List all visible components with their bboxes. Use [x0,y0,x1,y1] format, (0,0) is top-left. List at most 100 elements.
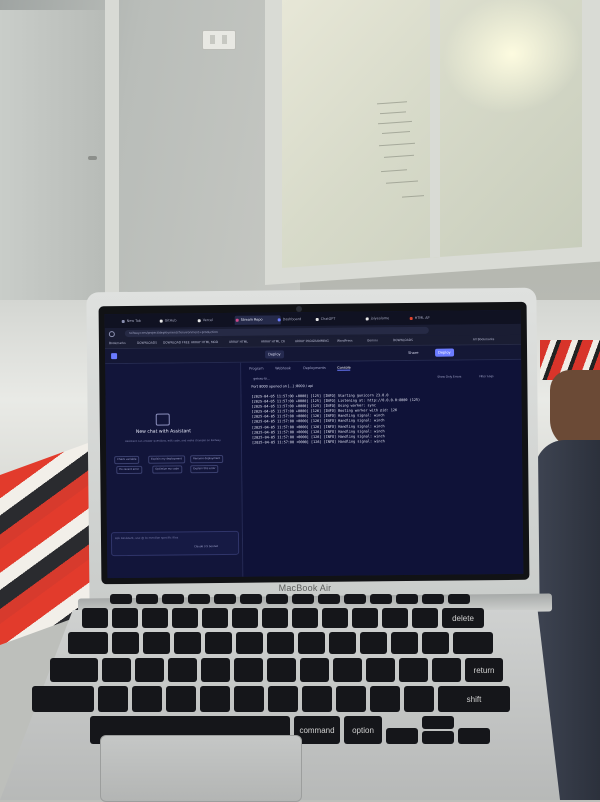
key[interactable] [370,686,400,712]
key[interactable] [166,686,196,712]
key[interactable] [412,608,438,628]
key[interactable] [162,594,184,604]
key[interactable] [399,658,428,682]
suggestion-chip[interactable]: Check variable [114,455,140,465]
suggestion-chip[interactable]: Rename deployment [190,454,224,464]
key[interactable] [366,658,395,682]
assistant-input[interactable]: Ask Assistant, use @ to mention specific… [115,535,178,540]
shift-key[interactable]: shift [438,686,510,712]
browser-tab[interactable]: jaiyeolame [365,314,411,323]
key[interactable] [318,594,340,604]
key[interactable] [202,608,228,628]
delete-key[interactable]: delete [442,608,484,628]
bookmark-item[interactable]: ARRAY PROGRAMMING [295,338,329,345]
key[interactable] [396,594,418,604]
key[interactable] [422,632,449,654]
key[interactable] [292,608,318,628]
key[interactable] [298,632,325,654]
key[interactable] [344,594,366,604]
key[interactable] [267,632,294,654]
key[interactable] [200,686,230,712]
key[interactable] [98,686,128,712]
key[interactable] [201,658,230,682]
key[interactable] [302,686,332,712]
key[interactable] [68,632,108,654]
key[interactable] [360,632,387,654]
key[interactable] [391,632,418,654]
service-selector[interactable]: Deploy [265,350,284,359]
return-key[interactable]: return [465,658,503,682]
key[interactable] [172,608,198,628]
key[interactable] [205,632,232,654]
browser-tab-active[interactable]: Stream Repo [234,315,281,325]
arrow-right-key[interactable] [458,728,490,744]
option-key[interactable]: option [344,716,382,744]
key[interactable] [142,608,168,628]
reload-icon[interactable] [108,331,115,338]
key[interactable] [453,632,493,654]
key[interactable] [188,594,210,604]
suggestion-chip[interactable]: Optimize my code [152,465,182,474]
suggestion-chip[interactable]: Explain this error [190,465,219,474]
key[interactable] [136,594,158,604]
bookmark-item[interactable]: ARRAY HTML MOD [191,339,218,346]
key[interactable] [266,594,288,604]
bookmark-item[interactable]: ARRAY HTML [229,339,248,346]
key[interactable] [336,686,366,712]
tab-console[interactable]: Console [337,365,351,371]
all-bookmarks[interactable]: All Bookmarks [473,336,495,343]
browser-tab[interactable]: Dashboard [277,315,319,324]
suggestion-chip[interactable]: Fix recent error [116,465,143,475]
key[interactable] [268,686,298,712]
key[interactable] [135,658,164,682]
key[interactable] [262,608,288,628]
key[interactable] [50,658,98,682]
tab-program[interactable]: Program [249,367,263,371]
bookmark-item[interactable]: Gemini [367,337,378,344]
share-button[interactable]: Share [405,349,421,357]
key[interactable] [267,658,296,682]
key[interactable] [168,658,197,682]
key[interactable] [214,594,236,604]
browser-tab[interactable]: GitHub [159,316,201,325]
show-only-errors-toggle[interactable]: Show Only Errors [437,374,461,378]
key[interactable] [300,658,329,682]
key[interactable] [132,686,162,712]
key[interactable] [234,686,264,712]
browser-tab[interactable]: HTML AP [409,314,451,323]
trackpad[interactable] [100,735,302,802]
browser-tab[interactable]: ChatGPT [315,315,357,324]
key[interactable] [232,608,258,628]
bookmark-item[interactable]: DOWNLOAD FREE [163,339,190,346]
key[interactable] [352,608,378,628]
key[interactable] [143,632,170,654]
browser-tab[interactable]: Vercel [197,316,239,325]
suggestion-chip[interactable]: Explain my deployment [148,455,185,464]
key[interactable] [112,608,138,628]
bookmark-item[interactable]: DOWNLOADS [137,340,157,347]
tab-deployments[interactable]: Deployments [303,366,326,370]
key[interactable] [102,658,131,682]
key[interactable] [234,658,263,682]
arrow-up-key[interactable] [422,716,454,729]
bookmark-item[interactable]: WordPress [337,338,353,345]
browser-tab[interactable]: New Tab [121,317,163,326]
key[interactable] [322,608,348,628]
key[interactable] [240,594,262,604]
key[interactable] [82,608,108,628]
deploy-button[interactable]: Deploy [435,348,454,357]
arrow-left-key[interactable] [386,728,418,744]
key[interactable] [333,658,362,682]
key[interactable] [422,594,444,604]
key[interactable] [370,594,392,604]
bookmark-item[interactable]: Bookmarks [109,340,126,347]
key[interactable] [404,686,434,712]
arrow-down-key[interactable] [422,731,454,744]
filter-logs-input[interactable]: Filter Logs [479,374,493,378]
key[interactable] [382,608,408,628]
key[interactable] [432,658,461,682]
key[interactable] [329,632,356,654]
tab-webhook[interactable]: Webhook [275,366,291,370]
bookmark-item[interactable]: ARRAY HTML CR [261,338,285,345]
key[interactable] [112,632,139,654]
